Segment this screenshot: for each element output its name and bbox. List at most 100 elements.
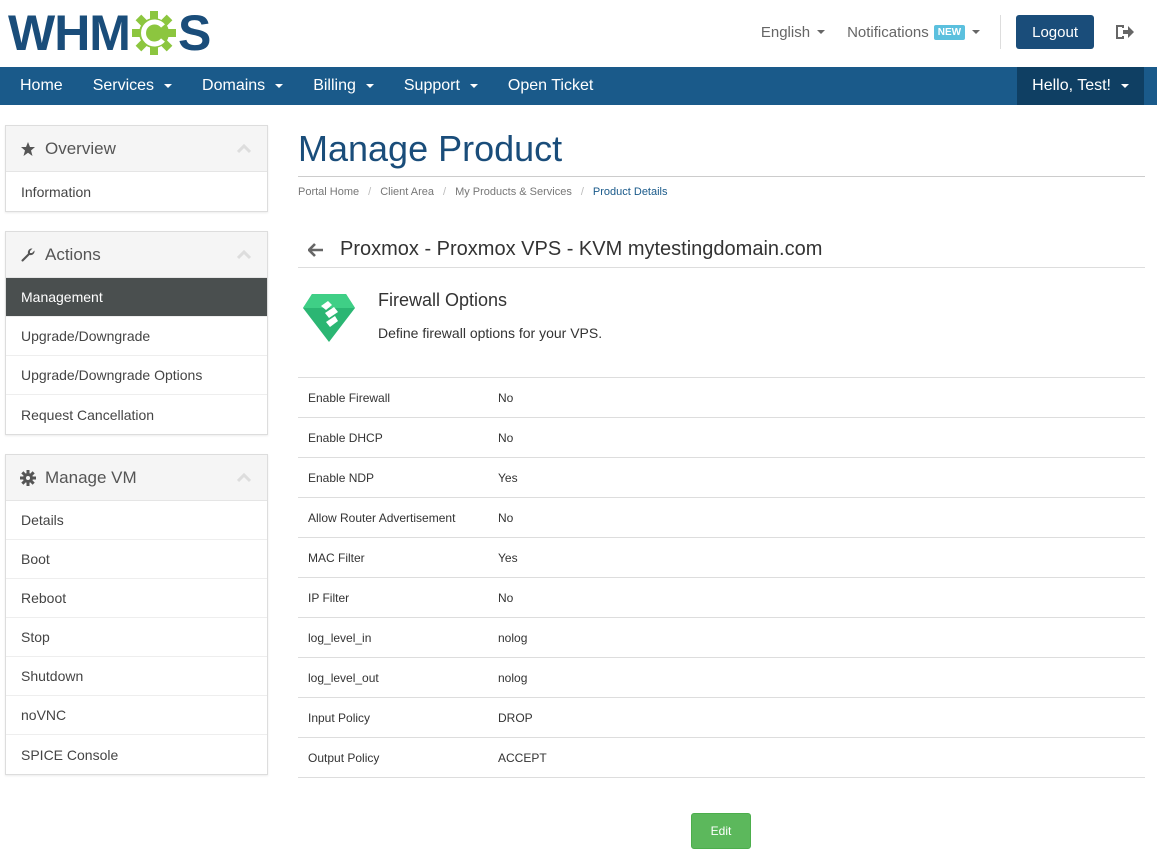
sidebar-item-label: Upgrade/Downgrade Options	[21, 367, 203, 383]
table-row: Enable NDP Yes	[298, 458, 1145, 498]
chevron-down-icon	[365, 84, 374, 88]
sidebar-item-shutdown[interactable]: Shutdown	[6, 657, 267, 696]
chevron-down-icon	[972, 30, 981, 34]
sidebar-item-novnc[interactable]: noVNC	[6, 696, 267, 735]
nav-domains[interactable]: Domains	[187, 67, 298, 105]
breadcrumb-separator: /	[580, 186, 584, 198]
wrench-icon	[21, 247, 35, 262]
option-label: Allow Router Advertisement	[308, 510, 456, 525]
header: WHM S English Notifications NEW Logout	[0, 0, 1157, 67]
sidebar-item-label: Upgrade/Downgrade	[21, 328, 151, 344]
sidebar-item-label: Information	[21, 183, 92, 200]
actions-panel-header[interactable]: Actions	[6, 232, 267, 278]
sidebar-item-details[interactable]: Details	[6, 501, 267, 540]
sidebar-item-request-cancellation[interactable]: Request Cancellation	[6, 395, 267, 434]
manage-vm-panel-title: Manage VM	[45, 467, 137, 487]
option-value: No	[498, 430, 514, 445]
logo-text-right: S	[177, 5, 211, 61]
sidebar-item-label: Stop	[21, 629, 50, 645]
product-header: Proxmox - Proxmox VPS - KVM mytestingdom…	[298, 232, 1145, 268]
firewall-options-table: Enable Firewall No Enable DHCP No Enable N…	[298, 377, 1145, 778]
option-label: log_level_in	[308, 630, 372, 645]
overview-panel-header[interactable]: Overview	[6, 126, 267, 172]
sidebar-item-label: Boot	[21, 551, 50, 567]
top-links: English Notifications NEW Logout	[761, 15, 1157, 49]
page-title: Manage Product	[298, 128, 563, 169]
nav-services-label: Services	[92, 77, 155, 94]
user-menu[interactable]: Hello, Test!	[1017, 67, 1144, 105]
option-value: nolog	[498, 630, 528, 645]
breadcrumb-my-products[interactable]: My Products & Services	[455, 186, 572, 198]
logo-gear-icon	[131, 11, 176, 55]
chevron-down-icon	[164, 84, 173, 88]
nav-support[interactable]: Support	[389, 67, 493, 105]
table-row: IP Filter No	[298, 578, 1145, 618]
chevron-down-icon	[275, 84, 284, 88]
option-label: log_level_out	[308, 670, 379, 685]
table-row: Input Policy DROP	[298, 698, 1145, 738]
option-label: Input Policy	[308, 710, 371, 725]
breadcrumb-separator: /	[368, 186, 372, 198]
sidebar-item-boot[interactable]: Boot	[6, 540, 267, 579]
option-value: ACCEPT	[498, 750, 547, 765]
title-divider	[298, 176, 1145, 177]
table-row: Enable Firewall No	[298, 378, 1145, 418]
manage-vm-panel-header[interactable]: Manage VM	[6, 455, 267, 501]
breadcrumb-client-area[interactable]: Client Area	[380, 186, 434, 198]
nav-open-ticket[interactable]: Open Ticket	[493, 67, 608, 105]
product-title: Proxmox - Proxmox VPS - KVM mytestingdom…	[340, 238, 823, 260]
option-value: nolog	[498, 670, 528, 685]
whmcs-logo[interactable]: WHM S	[8, 5, 211, 61]
chevron-up-icon[interactable]	[237, 250, 251, 260]
option-value: Yes	[498, 470, 518, 485]
chevron-up-icon[interactable]	[237, 473, 251, 483]
firewall-gem-icon	[303, 294, 355, 342]
notifications-new-badge: NEW	[933, 24, 966, 40]
user-greeting: Hello, Test!	[1032, 77, 1111, 94]
nav-home[interactable]: Home	[5, 67, 78, 105]
language-dropdown[interactable]: English	[761, 24, 826, 41]
chevron-down-icon	[817, 30, 826, 34]
option-value: DROP	[498, 710, 533, 725]
table-row: Output Policy ACCEPT	[298, 738, 1145, 778]
table-row: log_level_out nolog	[298, 658, 1145, 698]
sidebar-item-upgrade-downgrade[interactable]: Upgrade/Downgrade	[6, 317, 267, 356]
notifications-dropdown[interactable]: Notifications NEW	[847, 23, 981, 41]
table-row: Allow Router Advertisement No	[298, 498, 1145, 538]
option-label: Enable DHCP	[308, 430, 383, 445]
nav-open-ticket-label: Open Ticket	[507, 77, 594, 94]
option-value: No	[498, 510, 514, 525]
nav-services[interactable]: Services	[78, 67, 187, 105]
sidebar-item-spice-console[interactable]: SPICE Console	[6, 735, 267, 774]
chevron-up-icon[interactable]	[237, 144, 251, 154]
notifications-label: Notifications	[847, 23, 929, 41]
sidebar-item-upgrade-downgrade-options[interactable]: Upgrade/Downgrade Options	[6, 356, 267, 395]
sidebar-item-label: Reboot	[21, 590, 67, 606]
nav-home-label: Home	[20, 77, 63, 94]
arrow-left-icon[interactable]	[308, 242, 324, 257]
option-label: Enable NDP	[308, 470, 375, 485]
nav-domains-label: Domains	[202, 77, 266, 94]
overview-panel-title: Overview	[45, 138, 116, 158]
logo-text-left: WHM	[8, 5, 131, 61]
sign-out-icon[interactable]	[1114, 22, 1134, 42]
logout-button[interactable]: Logout	[1016, 15, 1094, 49]
sidebar-item-label: noVNC	[21, 707, 67, 723]
breadcrumb-product-details: Product Details	[592, 186, 668, 198]
overview-panel: Overview Information	[5, 125, 268, 212]
nav-support-label: Support	[403, 77, 460, 94]
sidebar-item-information[interactable]: Information	[6, 172, 267, 211]
edit-button[interactable]: Edit	[691, 813, 751, 849]
actions-panel-title: Actions	[45, 244, 101, 264]
option-value: Yes	[498, 550, 518, 565]
option-label: Output Policy	[308, 750, 380, 765]
sidebar-item-label: Shutdown	[21, 668, 84, 684]
sidebar-item-stop[interactable]: Stop	[6, 618, 267, 657]
nav-billing[interactable]: Billing	[298, 67, 389, 105]
breadcrumb-portal-home[interactable]: Portal Home	[298, 186, 359, 198]
sidebar-item-reboot[interactable]: Reboot	[6, 579, 267, 618]
option-label: MAC Filter	[308, 550, 365, 565]
nav-billing-label: Billing	[313, 77, 356, 94]
option-label: Enable Firewall	[308, 390, 391, 405]
sidebar-item-management[interactable]: Management	[6, 278, 267, 317]
